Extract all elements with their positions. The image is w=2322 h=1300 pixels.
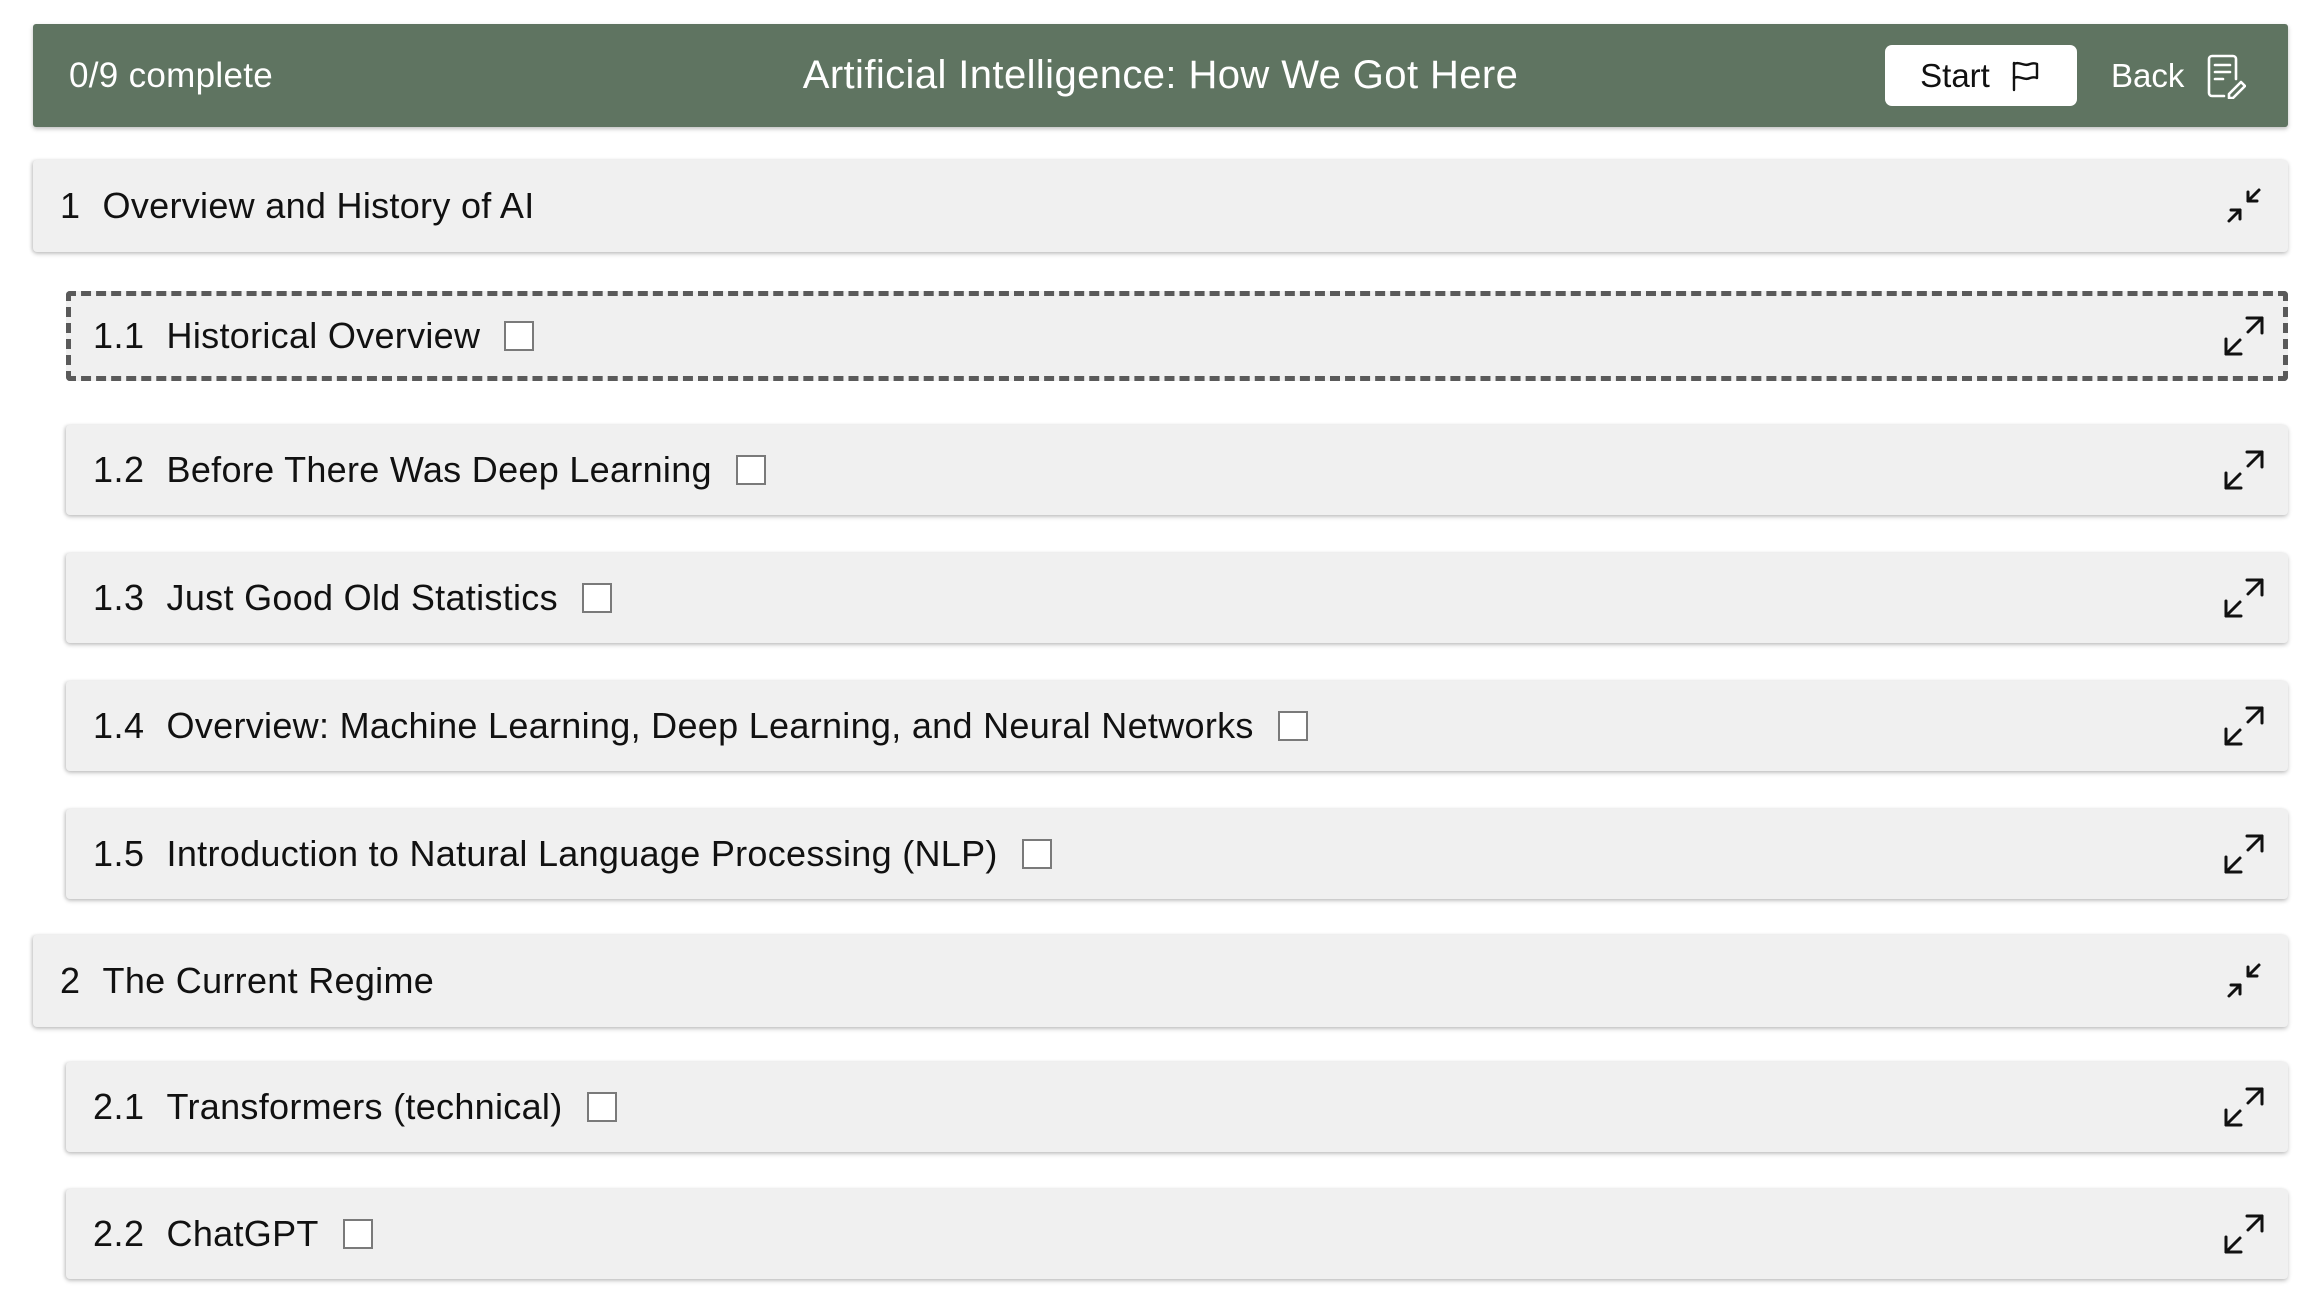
- lesson-row[interactable]: 2.1 Transformers (technical): [66, 1062, 2288, 1152]
- start-button-label: Start: [1920, 56, 1990, 94]
- lesson-title: Introduction to Natural Language Process…: [166, 833, 998, 874]
- expand-icon[interactable]: [2220, 830, 2268, 878]
- section-number: 2: [60, 960, 81, 1001]
- lesson-number: 2.2: [93, 1213, 145, 1254]
- lesson-row[interactable]: 1.3 Just Good Old Statistics: [66, 553, 2288, 643]
- lesson-title: Overview: Machine Learning, Deep Learnin…: [166, 705, 1254, 746]
- section-number: 1: [60, 185, 81, 226]
- completion-checkbox[interactable]: [735, 455, 766, 485]
- document-edit-icon: [2206, 53, 2247, 99]
- lesson-row[interactable]: 1.2 Before There Was Deep Learning: [66, 425, 2288, 515]
- lesson-row[interactable]: 1.4 Overview: Machine Learning, Deep Lear…: [66, 681, 2288, 771]
- back-button[interactable]: Back: [2111, 45, 2261, 106]
- lesson-number: 1.4: [93, 705, 145, 746]
- lesson-title: Just Good Old Statistics: [166, 577, 558, 618]
- lesson-number: 1.5: [93, 833, 145, 874]
- lesson-row[interactable]: 2.2 ChatGPT: [66, 1189, 2288, 1279]
- completion-checkbox[interactable]: [581, 583, 612, 613]
- section-row[interactable]: 1 Overview and History of AI: [33, 160, 2288, 252]
- collapse-icon[interactable]: [2220, 182, 2268, 230]
- lesson-number: 1.3: [93, 577, 145, 618]
- section-title: The Current Regime: [102, 960, 435, 1001]
- expand-icon[interactable]: [2220, 1210, 2268, 1258]
- expand-icon[interactable]: [2220, 446, 2268, 494]
- lesson-number: 1.1: [93, 315, 145, 356]
- flag-icon: [2008, 59, 2042, 93]
- lesson-title: ChatGPT: [166, 1213, 319, 1254]
- lesson-number: 2.1: [93, 1086, 145, 1127]
- completion-checkbox[interactable]: [1021, 839, 1052, 869]
- expand-icon[interactable]: [2220, 312, 2268, 360]
- collapse-icon[interactable]: [2220, 957, 2268, 1005]
- completion-checkbox[interactable]: [342, 1219, 373, 1249]
- lesson-row[interactable]: 1.1 Historical Overview: [66, 291, 2288, 381]
- lesson-title: Historical Overview: [166, 315, 481, 356]
- expand-icon[interactable]: [2220, 574, 2268, 622]
- top-bar: 0/9 complete Artificial Intelligence: Ho…: [33, 24, 2288, 127]
- lesson-title: Transformers (technical): [166, 1086, 563, 1127]
- lesson-row[interactable]: 1.5 Introduction to Natural Language Proc…: [66, 809, 2288, 899]
- section-title: Overview and History of AI: [102, 185, 535, 226]
- completion-checkbox[interactable]: [504, 321, 535, 351]
- completion-checkbox[interactable]: [1277, 711, 1308, 741]
- start-button[interactable]: Start: [1885, 45, 2077, 106]
- completion-checkbox[interactable]: [586, 1092, 617, 1122]
- section-row[interactable]: 2 The Current Regime: [33, 935, 2288, 1027]
- expand-icon[interactable]: [2220, 702, 2268, 750]
- expand-icon[interactable]: [2220, 1083, 2268, 1131]
- lesson-number: 1.2: [93, 449, 145, 490]
- back-button-label: Back: [2111, 56, 2185, 94]
- lesson-title: Before There Was Deep Learning: [166, 449, 712, 490]
